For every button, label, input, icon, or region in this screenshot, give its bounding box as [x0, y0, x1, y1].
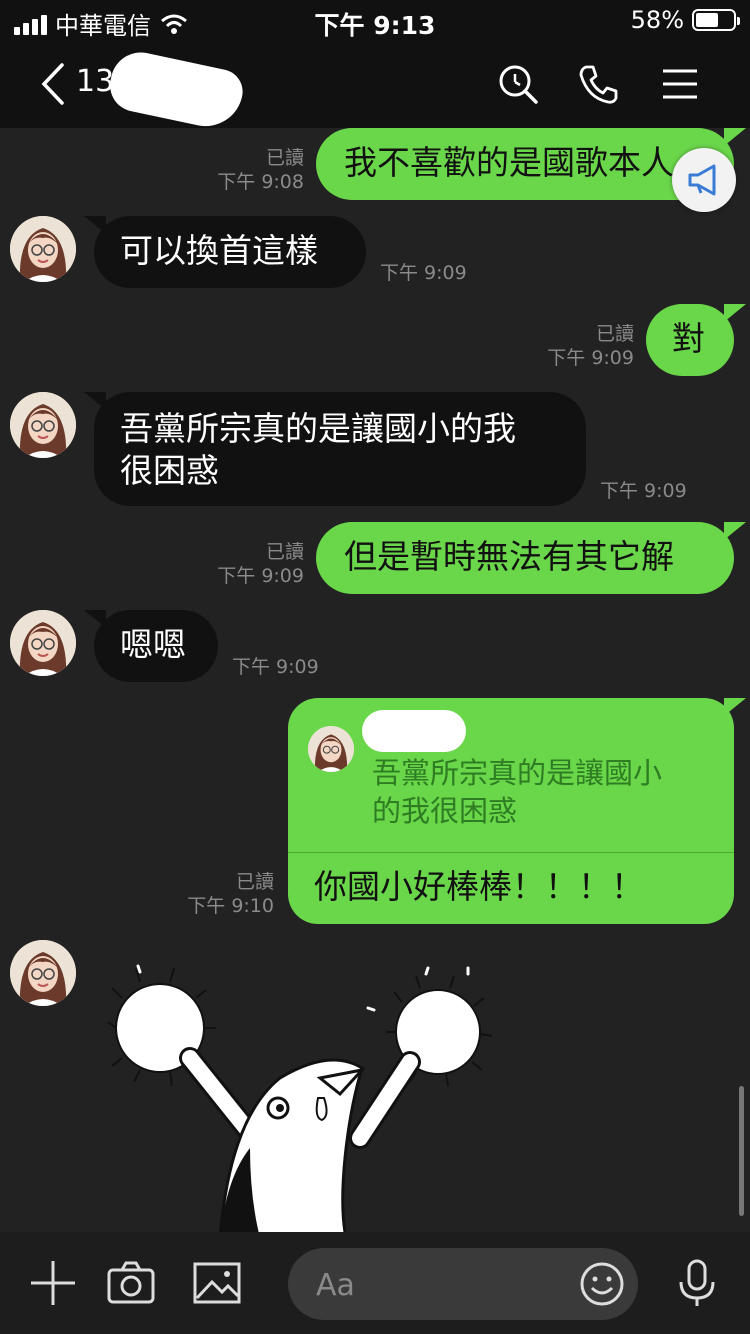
profile-photo — [10, 216, 76, 282]
outgoing-bubble[interactable]: 對 — [646, 304, 734, 376]
camera-icon[interactable] — [106, 1258, 156, 1308]
message-list[interactable]: 已讀 下午 9:08 我不喜歡的是國歌本人 可以換首這樣 下午 9:09 已讀 … — [0, 128, 750, 1232]
redaction-mark — [105, 46, 247, 134]
outgoing-bubble[interactable]: 但是暫時無法有其它解 — [316, 522, 734, 594]
redaction-mark — [362, 710, 466, 752]
read-receipt: 已讀 — [265, 541, 304, 563]
message-text-line: 吾黨所宗真的是讓國小的我 — [120, 409, 516, 448]
message-time: 下午 9:09 — [232, 656, 319, 678]
message-time: 下午 9:09 — [380, 262, 467, 284]
read-receipt: 已讀 — [235, 871, 274, 893]
quoted-message[interactable]: 吾黨所宗真的是讓國小 的我很困惑 — [372, 754, 712, 830]
emoji-icon[interactable] — [578, 1260, 626, 1308]
cheering-bird-sticker[interactable] — [100, 958, 500, 1232]
incoming-bubble[interactable]: 吾黨所宗真的是讓國小的我 很困惑 — [94, 392, 586, 506]
megaphone-icon — [688, 164, 716, 196]
message-text: 但是暫時無法有其它解 — [344, 537, 674, 576]
profile-photo — [10, 940, 76, 1006]
message-meta: 已讀 下午 9:09 — [526, 322, 634, 370]
message-meta: 已讀 下午 9:09 — [196, 540, 304, 588]
quoted-line: 的我很困惑 — [372, 794, 518, 828]
profile-photo — [10, 392, 76, 458]
message-meta: 已讀 下午 9:10 — [166, 870, 274, 918]
quoted-avatar — [308, 726, 354, 772]
battery-icon — [692, 9, 740, 31]
quoted-line: 吾黨所宗真的是讓國小 — [372, 756, 663, 790]
message-text-line: 很困惑 — [120, 451, 219, 490]
reply-bubble[interactable]: 吾黨所宗真的是讓國小 的我很困惑 你國小好棒棒！！！！ — [288, 698, 734, 924]
battery-percent: 58% — [630, 6, 684, 34]
profile-photo — [10, 610, 76, 676]
avatar[interactable] — [10, 610, 76, 676]
message-time: 下午 9:09 — [217, 565, 304, 587]
message-input[interactable] — [314, 1262, 558, 1308]
message-text: 嗯嗯 — [120, 625, 186, 664]
back-chevron-icon[interactable] — [38, 62, 68, 106]
avatar[interactable] — [10, 392, 76, 458]
composer-bar — [0, 1232, 750, 1334]
chat-title[interactable]: 13 — [76, 64, 114, 99]
message-time: 下午 9:09 — [600, 480, 687, 502]
chat-header: 13 — [0, 40, 750, 134]
message-text: 你國小好棒棒！！！！ — [314, 867, 644, 906]
avatar[interactable] — [10, 216, 76, 282]
incoming-bubble[interactable]: 可以換首這樣 — [94, 216, 366, 288]
avatar[interactable] — [10, 940, 76, 1006]
incoming-bubble[interactable]: 嗯嗯 — [94, 610, 218, 682]
message-meta: 已讀 下午 9:08 — [196, 146, 304, 194]
message-text: 我不喜歡的是國歌本人 — [344, 143, 674, 182]
profile-photo — [308, 726, 354, 772]
status-bar: 中華電信 下午 9:13 58% — [0, 0, 750, 40]
read-receipt: 已讀 — [265, 147, 304, 169]
scroll-indicator[interactable] — [739, 1086, 744, 1216]
plus-icon[interactable] — [28, 1258, 78, 1308]
message-time: 下午 9:09 — [547, 347, 634, 369]
phone-icon[interactable] — [576, 62, 620, 106]
announcement-button[interactable] — [672, 148, 736, 212]
menu-icon[interactable] — [658, 62, 702, 106]
search-icon[interactable] — [496, 62, 540, 106]
microphone-icon[interactable] — [672, 1258, 722, 1308]
message-time: 下午 9:08 — [217, 171, 304, 193]
message-input-wrapper — [288, 1248, 638, 1320]
divider — [288, 852, 734, 853]
image-icon[interactable] — [192, 1258, 242, 1308]
message-text: 可以換首這樣 — [120, 231, 318, 270]
message-time: 下午 9:10 — [187, 895, 274, 917]
message-text: 對 — [672, 319, 705, 358]
read-receipt: 已讀 — [595, 323, 634, 345]
